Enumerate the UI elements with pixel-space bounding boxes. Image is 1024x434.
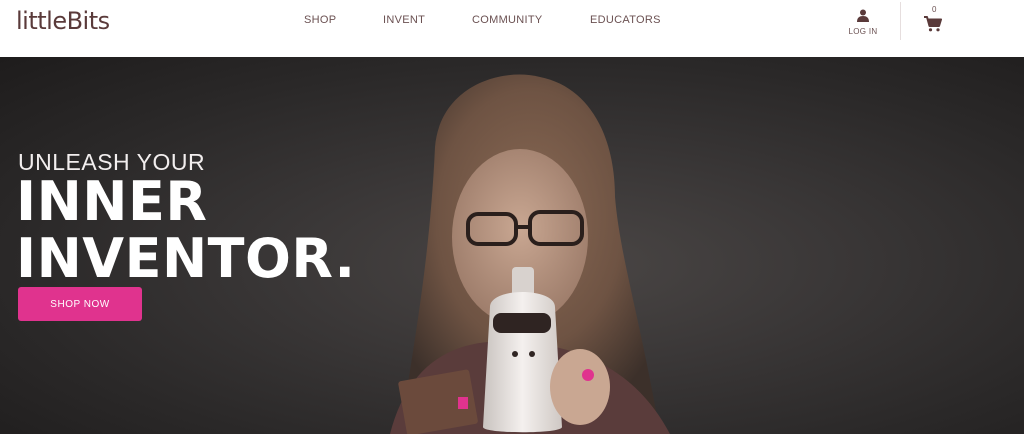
- hero-headline: INNER INVENTOR.: [16, 173, 356, 287]
- nav-item-educators[interactable]: EDUCATORS: [590, 14, 661, 26]
- hero-photo: [390, 74, 670, 434]
- hero-banner: UNLEASH YOUR INNER INVENTOR. SHOP NOW: [0, 57, 1024, 434]
- site-header: littleBits SHOP INVENT COMMUNITY EDUCATO…: [0, 0, 1024, 57]
- user-icon: [857, 9, 869, 22]
- cart-icon: [924, 16, 942, 32]
- nav-item-invent[interactable]: INVENT: [383, 14, 425, 26]
- cart-button[interactable]: 0: [922, 5, 948, 35]
- nav-item-shop[interactable]: SHOP: [304, 14, 336, 26]
- hero-headline-line-2: INVENTOR.: [16, 227, 356, 290]
- login-label: LOG IN: [848, 27, 878, 36]
- header-divider: [900, 2, 901, 40]
- cart-count: 0: [932, 5, 937, 14]
- hero-headline-line-1: INNER: [16, 170, 208, 233]
- nav-item-community[interactable]: COMMUNITY: [472, 14, 543, 26]
- shop-now-button[interactable]: SHOP NOW: [18, 287, 142, 321]
- login-button[interactable]: LOG IN: [845, 9, 881, 43]
